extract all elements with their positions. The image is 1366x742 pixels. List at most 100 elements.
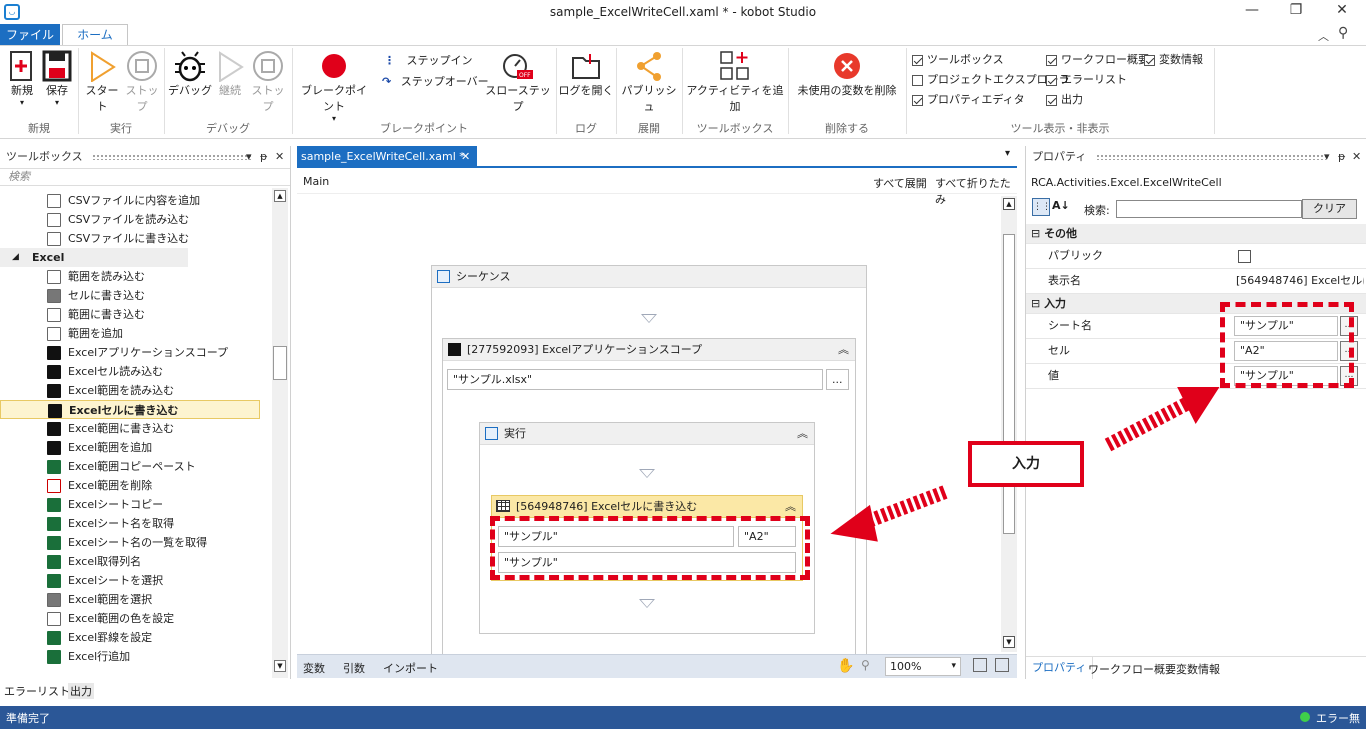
toolbox-item[interactable]: Excel範囲に書き込む [0, 419, 270, 438]
new-button[interactable]: 新規 ▾ [6, 50, 38, 107]
category-other[interactable]: ⊟ その他 [1026, 224, 1366, 244]
toolbox-item[interactable]: Excel範囲を選択 [0, 590, 270, 609]
toolbox-item[interactable]: Excel範囲コピーペースト [0, 457, 270, 476]
tab-designer-file[interactable]: sample_ExcelWriteCell.xaml * ✕ [297, 146, 477, 168]
toggle-error-list[interactable]: エラーリスト [1046, 71, 1127, 91]
continue-button[interactable]: 継続 [212, 50, 248, 98]
scope-file-field[interactable]: "サンプル.xlsx" [447, 369, 823, 390]
toolbox-item[interactable]: CSVファイルに書き込む [0, 229, 270, 248]
hand-icon[interactable]: ✋ [837, 658, 854, 674]
clear-button[interactable]: クリア [1302, 199, 1357, 219]
tab-file[interactable]: ファイル [0, 24, 60, 46]
toolbox-scrollbar[interactable]: ▲ ▼ [272, 188, 288, 678]
black-icon [47, 365, 61, 379]
toolbox-search-input[interactable]: 検索 [0, 168, 290, 186]
toolbox-item[interactable]: 範囲に書き込む [0, 305, 270, 324]
group-breakpoint: ブレークポイント [380, 122, 468, 135]
open-log-button[interactable]: ログを開く [558, 50, 614, 98]
step-over-button[interactable]: ↷ ステップオーバー [382, 73, 489, 89]
toolbox-item[interactable]: 範囲を読み込む [0, 267, 270, 286]
tab-variable-info[interactable]: 変数情報 [1176, 661, 1220, 677]
toolbox-category-excel[interactable]: ◢ Excel [0, 248, 188, 267]
tab-workflow-overview[interactable]: ワークフロー概要 [1088, 661, 1176, 677]
toggle-toolbox[interactable]: ツールボックス [912, 51, 1004, 71]
toolbox-item[interactable]: Excelセルに書き込む [0, 400, 260, 419]
close-icon[interactable]: ✕ [1352, 146, 1361, 168]
toolbox-item-label: Excelセル読み込む [68, 365, 164, 378]
breadcrumb[interactable]: Main [303, 175, 329, 188]
toolbox-item[interactable]: Excel範囲を読み込む [0, 381, 270, 400]
stop-button[interactable]: ストップ [122, 50, 162, 114]
toolbox-item[interactable]: Excelアプリケーションスコープ [0, 343, 270, 362]
minimize-button[interactable]: — [1232, 2, 1272, 22]
sort-az-icon[interactable]: A↓ [1052, 199, 1070, 212]
collapse-icon[interactable]: ︽ [838, 339, 849, 361]
toggle-workflow-overview[interactable]: ワークフロー概要 [1046, 51, 1149, 71]
close-icon[interactable]: ✕ [275, 146, 284, 168]
expand-all-link[interactable]: すべて展開 [873, 175, 927, 191]
search-icon[interactable]: ⚲ [1338, 25, 1348, 41]
toolbox-item[interactable]: Excel罫線を設定 [0, 628, 270, 647]
zoom-icon[interactable]: ⚲ [861, 658, 870, 672]
imports-tab[interactable]: インポート [383, 660, 438, 676]
categorized-icon[interactable]: ⋮⋮ [1032, 198, 1051, 216]
tab-menu-icon[interactable]: ▾ [1005, 148, 1010, 159]
restore-button[interactable]: ❐ [1276, 2, 1316, 22]
tab-error-list[interactable]: エラーリスト [4, 683, 70, 699]
play-icon [91, 51, 116, 82]
zoom-select[interactable]: 100% ▾ [885, 657, 961, 676]
prop-display-name-value[interactable]: [564948746] Excelセルに [1236, 269, 1364, 293]
collapse-icon[interactable]: ︽ [797, 423, 808, 445]
debug-button[interactable]: デバッグ [168, 50, 212, 98]
toolbox-item[interactable]: Excel範囲の色を設定 [0, 609, 270, 628]
excel-scope-activity[interactable]: [277592093] Excelアプリケーションスコープ ︽ "サンプル.xl… [442, 338, 856, 658]
add-activity-label: アクティビティを追加 [686, 84, 784, 113]
dropdown-icon[interactable]: ▾ [246, 146, 252, 168]
delete-unused-variables-button[interactable]: 未使用の変数を削除 [790, 50, 904, 98]
toolbox-item[interactable]: Excel行追加 [0, 647, 270, 666]
tab-output[interactable]: 出力 [68, 683, 94, 699]
browse-button[interactable]: ... [826, 369, 849, 390]
public-checkbox[interactable] [1238, 250, 1251, 263]
publish-button[interactable]: パブリッシュ [618, 50, 680, 114]
start-button[interactable]: スタート [82, 50, 122, 114]
overview-icon[interactable] [995, 658, 1009, 672]
toolbox-item[interactable]: Excelシートを選択 [0, 571, 270, 590]
close-tab-icon[interactable]: ✕ [461, 146, 470, 168]
toolbox-item[interactable]: CSVファイルに内容を追加 [0, 191, 270, 210]
tab-home[interactable]: ホーム [62, 24, 128, 46]
save-button[interactable]: 保存 ▾ [40, 50, 74, 107]
slow-step-button[interactable]: OFF スローステップ [484, 50, 552, 114]
toolbox-item[interactable]: 範囲を追加 [0, 324, 270, 343]
step-in-button[interactable]: ⋮ ステップイン [384, 52, 473, 68]
variables-tab[interactable]: 変数 [303, 660, 325, 676]
toolbox-item[interactable]: CSVファイルを読み込む [0, 210, 270, 229]
toggle-property-editor[interactable]: プロパティエディタ [912, 91, 1025, 111]
toolbox-item[interactable]: Excelシートコピー [0, 495, 270, 514]
toolbox-item[interactable]: Excelシート名の一覧を取得 [0, 533, 270, 552]
toolbox-item[interactable]: セルに書き込む [0, 286, 270, 305]
tab-properties[interactable]: プロパティ [1026, 657, 1094, 679]
collapse-icon[interactable]: ︽ [785, 496, 796, 518]
toggle-variable-info[interactable]: 変数情報 [1144, 51, 1203, 71]
debug-stop-button[interactable]: ストップ [248, 50, 288, 114]
toolbox-item[interactable]: Excel取得列名 [0, 552, 270, 571]
designer-scrollbar[interactable]: ▲ ▼ [1001, 196, 1017, 652]
dropdown-icon[interactable]: ▾ [1324, 146, 1330, 168]
property-search-input[interactable] [1116, 200, 1302, 218]
fit-icon[interactable] [973, 658, 987, 672]
pin-icon[interactable]: ᵽ [1338, 146, 1345, 168]
toolbox-item[interactable]: Excel範囲を削除 [0, 476, 270, 495]
close-button[interactable]: ✕ [1322, 2, 1362, 22]
pin-icon[interactable]: ᵽ [260, 146, 267, 168]
add-activity-button[interactable]: アクティビティを追加 [684, 50, 786, 114]
toolbox-item[interactable]: Excelセル読み込む [0, 362, 270, 381]
collapse-ribbon-icon[interactable]: ︿ [1318, 28, 1329, 44]
toolbox-item[interactable]: Excelシート名を取得 [0, 514, 270, 533]
toolbox-item[interactable]: Excel範囲を追加 [0, 438, 270, 457]
ribbon-separator [1214, 48, 1215, 134]
arguments-tab[interactable]: 引数 [343, 660, 365, 676]
sequence-activity[interactable]: シーケンス [277592093] Excelアプリケーションスコープ ︽ "サ… [431, 265, 867, 658]
toggle-output[interactable]: 出力 [1046, 91, 1083, 111]
breakpoint-button[interactable]: ブレークポイント ▾ [296, 50, 372, 123]
